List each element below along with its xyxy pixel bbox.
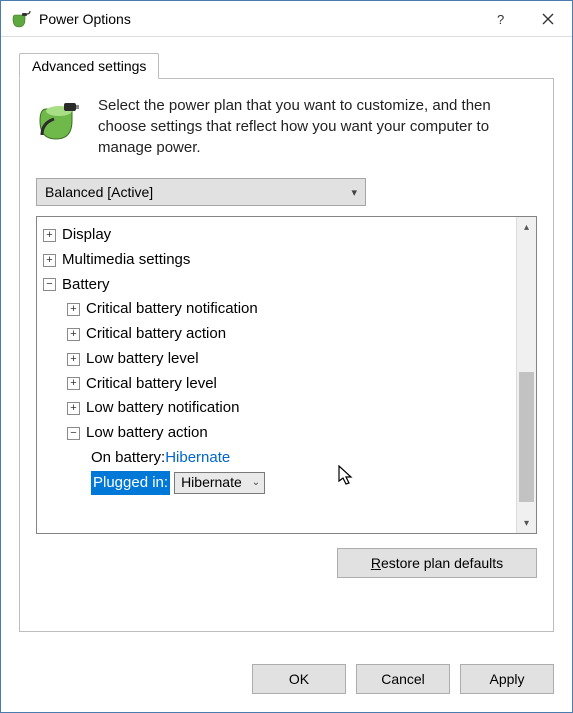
tree-item-low-level[interactable]: + Low battery level <box>43 347 512 372</box>
vertical-scrollbar[interactable]: ▴ ▾ <box>516 217 536 533</box>
ok-button[interactable]: OK <box>252 664 346 694</box>
power-plan-value: Balanced [Active] <box>45 184 153 200</box>
intro-text: Select the power plan that you want to c… <box>98 95 537 158</box>
tree-item-plugged-in[interactable]: Plugged in: Hibernate ⌄ <box>43 471 512 496</box>
plugged-in-combo[interactable]: Hibernate ⌄ <box>174 472 265 494</box>
help-button[interactable]: ? <box>476 1 524 37</box>
tree-item-display[interactable]: + Display <box>43 223 512 248</box>
restore-row: Restore plan defaults <box>36 548 537 578</box>
tab-advanced-settings[interactable]: Advanced settings <box>19 53 159 79</box>
expand-icon[interactable]: + <box>67 353 80 366</box>
tree-item-low-action[interactable]: − Low battery action <box>43 421 512 446</box>
tab-panel: Select the power plan that you want to c… <box>19 78 554 632</box>
intro-section: Select the power plan that you want to c… <box>36 95 537 158</box>
expand-icon[interactable]: + <box>67 377 80 390</box>
power-options-dialog: Power Options ? Advanced settings <box>0 0 573 713</box>
settings-tree-container: + Display + Multimedia settings − Batter… <box>36 216 537 534</box>
expand-icon[interactable]: + <box>67 303 80 316</box>
power-plan-combo[interactable]: Balanced [Active] ▾ <box>36 178 366 206</box>
dialog-buttons: OK Cancel Apply <box>1 650 572 712</box>
titlebar: Power Options ? <box>1 1 572 37</box>
power-plan-icon <box>36 95 84 143</box>
settings-tree[interactable]: + Display + Multimedia settings − Batter… <box>37 217 516 533</box>
plugged-in-label: Plugged in: <box>91 471 170 496</box>
expand-icon[interactable]: + <box>67 328 80 341</box>
collapse-icon[interactable]: − <box>67 427 80 440</box>
client-area: Advanced settings Select the power plan … <box>1 37 572 650</box>
expand-icon[interactable]: + <box>43 254 56 267</box>
chevron-down-icon: ⌄ <box>252 475 260 492</box>
tree-item-critical-level[interactable]: + Critical battery level <box>43 372 512 397</box>
on-battery-value[interactable]: Hibernate <box>165 446 230 471</box>
plugged-in-value: Hibernate <box>181 471 242 494</box>
apply-button[interactable]: Apply <box>460 664 554 694</box>
power-options-icon <box>11 9 31 29</box>
collapse-icon[interactable]: − <box>43 278 56 291</box>
svg-text:?: ? <box>497 13 504 25</box>
tree-item-battery[interactable]: − Battery <box>43 273 512 298</box>
expand-icon[interactable]: + <box>67 402 80 415</box>
tree-item-low-notification[interactable]: + Low battery notification <box>43 396 512 421</box>
tab-strip: Advanced settings <box>19 51 554 79</box>
chevron-down-icon: ▾ <box>351 186 357 199</box>
scroll-thumb[interactable] <box>519 372 534 502</box>
tree-item-critical-notification[interactable]: + Critical battery notification <box>43 297 512 322</box>
tree-item-multimedia[interactable]: + Multimedia settings <box>43 248 512 273</box>
cancel-button[interactable]: Cancel <box>356 664 450 694</box>
titlebar-text: Power Options <box>39 11 476 27</box>
scroll-down-icon[interactable]: ▾ <box>517 513 536 533</box>
tree-item-on-battery[interactable]: On battery: Hibernate <box>43 446 512 471</box>
restore-defaults-button[interactable]: Restore plan defaults <box>337 548 537 578</box>
scroll-up-icon[interactable]: ▴ <box>517 217 536 237</box>
expand-icon[interactable]: + <box>43 229 56 242</box>
tree-item-critical-action[interactable]: + Critical battery action <box>43 322 512 347</box>
close-button[interactable] <box>524 1 572 37</box>
